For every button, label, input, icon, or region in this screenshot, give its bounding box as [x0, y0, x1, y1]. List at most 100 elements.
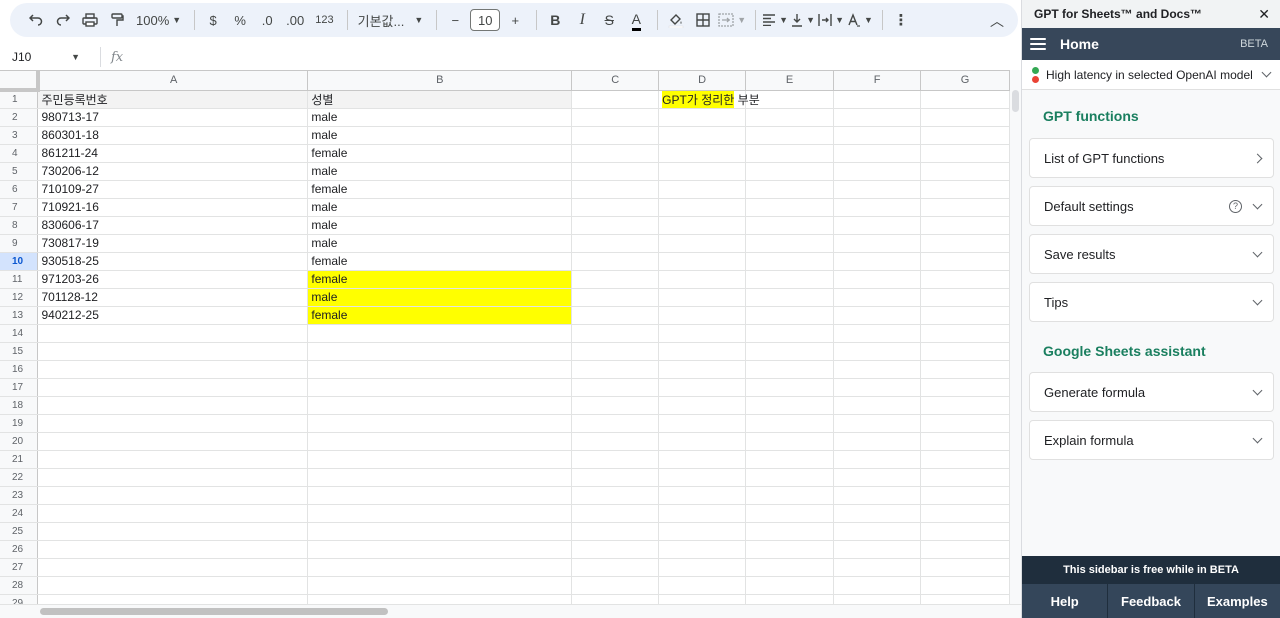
- cell-c[interactable]: [571, 576, 660, 595]
- formula-input[interactable]: [123, 47, 1021, 67]
- cell-c[interactable]: [571, 216, 660, 235]
- cell-g[interactable]: [920, 306, 1010, 325]
- cell-e[interactable]: [745, 540, 835, 559]
- row-header[interactable]: 4: [0, 144, 39, 163]
- cell-c[interactable]: [571, 270, 660, 289]
- cell-f[interactable]: [833, 342, 922, 361]
- cell-e[interactable]: [745, 324, 835, 343]
- cell-a[interactable]: [37, 522, 309, 541]
- cell-b[interactable]: [307, 540, 573, 559]
- cell-g[interactable]: [920, 180, 1010, 199]
- row-header[interactable]: 6: [0, 180, 39, 199]
- select-all-corner[interactable]: [0, 71, 40, 92]
- row-header[interactable]: 26: [0, 540, 39, 559]
- more-options-icon[interactable]: ⋮: [889, 7, 913, 33]
- cell-f[interactable]: [833, 486, 922, 505]
- cell-c[interactable]: [571, 324, 660, 343]
- column-header-c[interactable]: C: [571, 71, 660, 91]
- borders-icon[interactable]: [691, 7, 715, 33]
- cell-e[interactable]: [745, 144, 835, 163]
- cell-g[interactable]: [920, 126, 1010, 145]
- horizontal-align-icon[interactable]: ▼: [762, 7, 788, 33]
- cell-c[interactable]: [571, 396, 660, 415]
- cell-d[interactable]: [658, 216, 747, 235]
- examples-link[interactable]: Examples: [1195, 584, 1280, 618]
- cell-g[interactable]: [920, 522, 1010, 541]
- cell-f[interactable]: [833, 396, 922, 415]
- cell-a[interactable]: 710921-16: [37, 198, 309, 217]
- italic-button[interactable]: I: [570, 7, 594, 33]
- cell-g[interactable]: [920, 396, 1010, 415]
- cell-g[interactable]: [920, 360, 1010, 379]
- cell-d[interactable]: [658, 306, 747, 325]
- cell-f[interactable]: [833, 414, 922, 433]
- feedback-link[interactable]: Feedback: [1108, 584, 1195, 618]
- cell-e[interactable]: [745, 504, 835, 523]
- row-header[interactable]: 7: [0, 198, 39, 217]
- cell-b[interactable]: male: [307, 126, 573, 145]
- cell-c[interactable]: [571, 468, 660, 487]
- cell-g[interactable]: [920, 162, 1010, 181]
- redo-icon[interactable]: [51, 7, 75, 33]
- cell-f[interactable]: [833, 576, 922, 595]
- cell-e[interactable]: [745, 270, 835, 289]
- row-header[interactable]: 23: [0, 486, 39, 505]
- list-gpt-functions-item[interactable]: List of GPT functions: [1029, 138, 1274, 178]
- cell-g[interactable]: [920, 108, 1010, 127]
- cell-f[interactable]: [833, 252, 922, 271]
- latency-status-bar[interactable]: High latency in selected OpenAI model: [1022, 60, 1280, 90]
- cell-a[interactable]: [37, 432, 309, 451]
- row-header[interactable]: 13: [0, 306, 39, 325]
- cell-a[interactable]: 980713-17: [37, 108, 309, 127]
- save-results-item[interactable]: Save results: [1029, 234, 1274, 274]
- cell-e[interactable]: [745, 342, 835, 361]
- cell-f[interactable]: [833, 540, 922, 559]
- row-header[interactable]: 17: [0, 378, 39, 397]
- cell-f[interactable]: [833, 558, 922, 577]
- cell-f[interactable]: [833, 324, 922, 343]
- row-header[interactable]: 3: [0, 126, 39, 145]
- cell-d[interactable]: [658, 378, 747, 397]
- undo-icon[interactable]: [24, 7, 48, 33]
- cell-a[interactable]: 971203-26: [37, 270, 309, 289]
- cell-b[interactable]: male: [307, 108, 573, 127]
- collapse-toolbar-icon[interactable]: ︿: [990, 11, 1004, 31]
- font-select[interactable]: 기본값... ▼: [354, 7, 428, 33]
- cell-g[interactable]: [920, 414, 1010, 433]
- cell-grid[interactable]: ABCDEFG 1 주민등록번호 성별 GPT가 정리한 부분 2 980713-17 ma…: [0, 70, 1010, 606]
- cell-d[interactable]: [658, 576, 747, 595]
- cell-f[interactable]: [833, 288, 922, 307]
- row-header[interactable]: 21: [0, 450, 39, 469]
- cell-f[interactable]: [833, 360, 922, 379]
- cell-a[interactable]: 701128-12: [37, 288, 309, 307]
- generate-formula-item[interactable]: Generate formula: [1029, 372, 1274, 412]
- cell-e[interactable]: [745, 288, 835, 307]
- cell-a[interactable]: 주민등록번호: [37, 90, 309, 109]
- cell-b[interactable]: [307, 414, 573, 433]
- number-format-button[interactable]: 123: [311, 7, 337, 33]
- cell-c[interactable]: [571, 126, 660, 145]
- cell-d[interactable]: [658, 126, 747, 145]
- row-header[interactable]: 5: [0, 162, 39, 181]
- text-color-button[interactable]: A: [624, 7, 648, 33]
- row-header[interactable]: 16: [0, 360, 39, 379]
- cell-a[interactable]: [37, 576, 309, 595]
- name-box[interactable]: J10 ▼: [0, 50, 88, 64]
- cell-b[interactable]: [307, 342, 573, 361]
- cell-b[interactable]: female: [307, 306, 573, 325]
- cell-a[interactable]: [37, 468, 309, 487]
- cell-g[interactable]: [920, 198, 1010, 217]
- cell-c[interactable]: [571, 288, 660, 307]
- cell-d[interactable]: [658, 288, 747, 307]
- column-header-b[interactable]: B: [307, 71, 573, 91]
- tips-item[interactable]: Tips: [1029, 282, 1274, 322]
- row-header[interactable]: 1: [0, 90, 39, 109]
- cell-c[interactable]: [571, 378, 660, 397]
- vertical-scroll-thumb[interactable]: [1012, 90, 1019, 112]
- cell-c[interactable]: [571, 234, 660, 253]
- cell-f[interactable]: [833, 432, 922, 451]
- cell-d[interactable]: GPT가 정리한 부분: [658, 90, 760, 109]
- cell-e[interactable]: [745, 396, 835, 415]
- print-icon[interactable]: [78, 7, 102, 33]
- column-header-d[interactable]: D: [658, 71, 747, 91]
